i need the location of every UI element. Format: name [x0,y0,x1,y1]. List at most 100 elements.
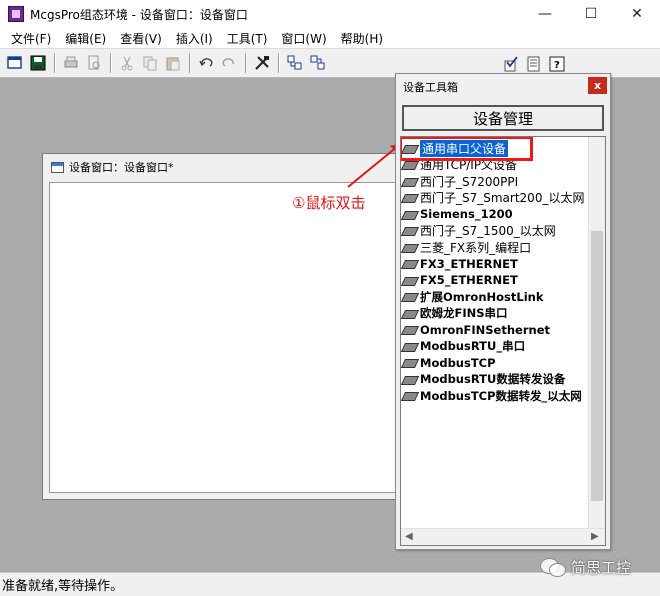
vertical-scrollbar[interactable] [588,137,605,530]
wechat-icon [540,556,566,578]
save-button[interactable] [27,52,49,74]
device-icon [403,160,417,169]
device-list-items: 通用串口父设备 通用TCP/IP父设备 西门子_S7200PPI 西门子_S7_… [401,137,589,405]
toolbox-title: 设备工具箱 [403,80,458,94]
toolbar-right-group: ? [500,53,569,75]
watermark-text: 简思工控 [571,558,632,577]
child-window-title: 设备窗口：设备窗口* [69,161,174,174]
close-button[interactable]: ✕ [614,0,660,28]
device-icon [403,276,417,285]
menu-view[interactable]: 查看(V) [113,30,169,47]
menu-file[interactable]: 文件(F) [4,30,58,47]
device-item-omron-hostlink[interactable]: 扩展OmronHostLink [403,289,589,306]
print-preview-icon [88,55,100,70]
device-item-siemens-1200[interactable]: Siemens_1200 [403,206,589,223]
device-left-button[interactable] [284,52,306,74]
annotation-label: ①鼠标双击 [292,194,366,212]
copy-button[interactable] [139,52,161,74]
device-label: 欧姆龙FINS串口 [420,306,508,321]
print-preview-button[interactable] [83,52,105,74]
device-item-s7-smart200[interactable]: 西门子_S7_Smart200_以太网 [403,190,589,207]
print-button[interactable] [60,52,82,74]
device-label: 西门子_S7200PPI [420,174,519,189]
menu-window[interactable]: 窗口(W) [274,30,333,47]
device-item-s7200ppi[interactable]: 西门子_S7200PPI [403,173,589,190]
redo-icon [222,58,234,67]
device-icon [403,292,417,301]
new-window-icon [7,56,22,69]
device-item-omron-fins-ethernet[interactable]: OmronFINSethernet [403,322,589,339]
device-label: ModbusTCP [420,355,496,370]
device-label: 扩展OmronHostLink [420,289,544,304]
scroll-right-arrow-icon[interactable]: ▶ [591,531,599,542]
device-item-modbus-rtu[interactable]: ModbusRTU_串口 [403,338,589,355]
device-item-mitsubishi-fx[interactable]: 三菱_FX系列_编程口 [403,239,589,256]
copy-icon [143,56,157,71]
help-button[interactable]: ? [546,53,568,75]
device-icon [403,309,417,318]
scrollbar-thumb[interactable] [591,231,603,501]
device-item-s7-1500[interactable]: 西门子_S7_1500_以太网 [403,223,589,240]
device-item-modbus-tcp-forward[interactable]: ModbusTCP数据转发_以太网 [403,388,589,405]
device-list[interactable]: 通用串口父设备 通用TCP/IP父设备 西门子_S7200PPI 西门子_S7_… [400,136,606,546]
window-title: McgsPro组态环境 - 设备窗口：设备窗口 [30,7,248,22]
save-icon [30,55,46,71]
device-item-fx5-ethernet[interactable]: FX5_ETHERNET [403,272,589,289]
device-item-modbus-rtu-forward[interactable]: ModbusRTU数据转发设备 [403,371,589,388]
device-item-generic-serial[interactable]: 通用串口父设备 [401,137,589,161]
tools-icon [255,56,269,70]
menu-help[interactable]: 帮助(H) [334,30,390,47]
scroll-left-arrow-icon[interactable]: ◀ [405,531,413,542]
device-left-icon [287,55,302,70]
minimize-button[interactable]: — [522,0,568,28]
paste-button[interactable] [162,52,184,74]
svg-text:?: ? [554,60,560,71]
device-manage-button[interactable]: 设备管理 [402,105,604,131]
device-toolbox-dialog: 设备工具箱 x 设备管理 通用串口父设备 通用TCP/IP父设备 西门子_S72… [395,73,611,550]
device-icon [403,210,417,219]
menu-edit[interactable]: 编辑(E) [58,30,113,47]
paste-icon [166,57,180,71]
device-icon [403,259,417,268]
device-icon [403,243,417,252]
device-label: OmronFINSethernet [420,322,550,337]
window-icon [51,161,64,173]
device-item-fx3-ethernet[interactable]: FX3_ETHERNET [403,256,589,273]
device-label: ModbusRTU_串口 [420,339,526,354]
undo-button[interactable] [195,52,217,74]
toolbar-separator [245,53,247,73]
tools-button[interactable] [251,52,273,74]
device-label: Siemens_1200 [420,207,513,222]
horizontal-scrollbar[interactable]: ◀ ▶ [401,528,605,545]
toolbar-separator [189,53,191,73]
toolbar-separator [110,53,112,73]
cut-button[interactable] [116,52,138,74]
check-icon [504,56,518,72]
device-label: FX3_ETHERNET [420,256,518,271]
menu-insert[interactable]: 插入(I) [169,30,220,47]
redo-button[interactable] [218,52,240,74]
menu-tools[interactable]: 工具(T) [220,30,275,47]
toolbar-separator [54,53,56,73]
device-icon [403,358,417,367]
device-label: FX5_ETHERNET [420,273,518,288]
device-icon [403,391,417,400]
help-icon: ? [549,56,565,72]
device-canvas[interactable] [49,182,405,493]
device-icon [403,177,417,186]
status-text: 准备就绪,等待操作。 [2,579,124,594]
new-window-button[interactable] [4,52,26,74]
list-button[interactable] [523,53,545,75]
toolbar-separator [278,53,280,73]
toolbox-close-button[interactable]: x [588,77,607,94]
device-item-omron-fins-serial[interactable]: 欧姆龙FINS串口 [403,305,589,322]
device-right-button[interactable] [307,52,329,74]
menu-bar: 文件(F) 编辑(E) 查看(V) 插入(I) 工具(T) 窗口(W) 帮助(H… [0,28,660,48]
maximize-button[interactable]: ☐ [568,0,614,28]
print-icon [64,56,78,68]
list-icon [527,56,540,72]
highlight-box [401,137,533,161]
check-button[interactable] [500,53,522,75]
device-right-icon [310,55,325,70]
device-item-modbus-tcp[interactable]: ModbusTCP [403,355,589,372]
